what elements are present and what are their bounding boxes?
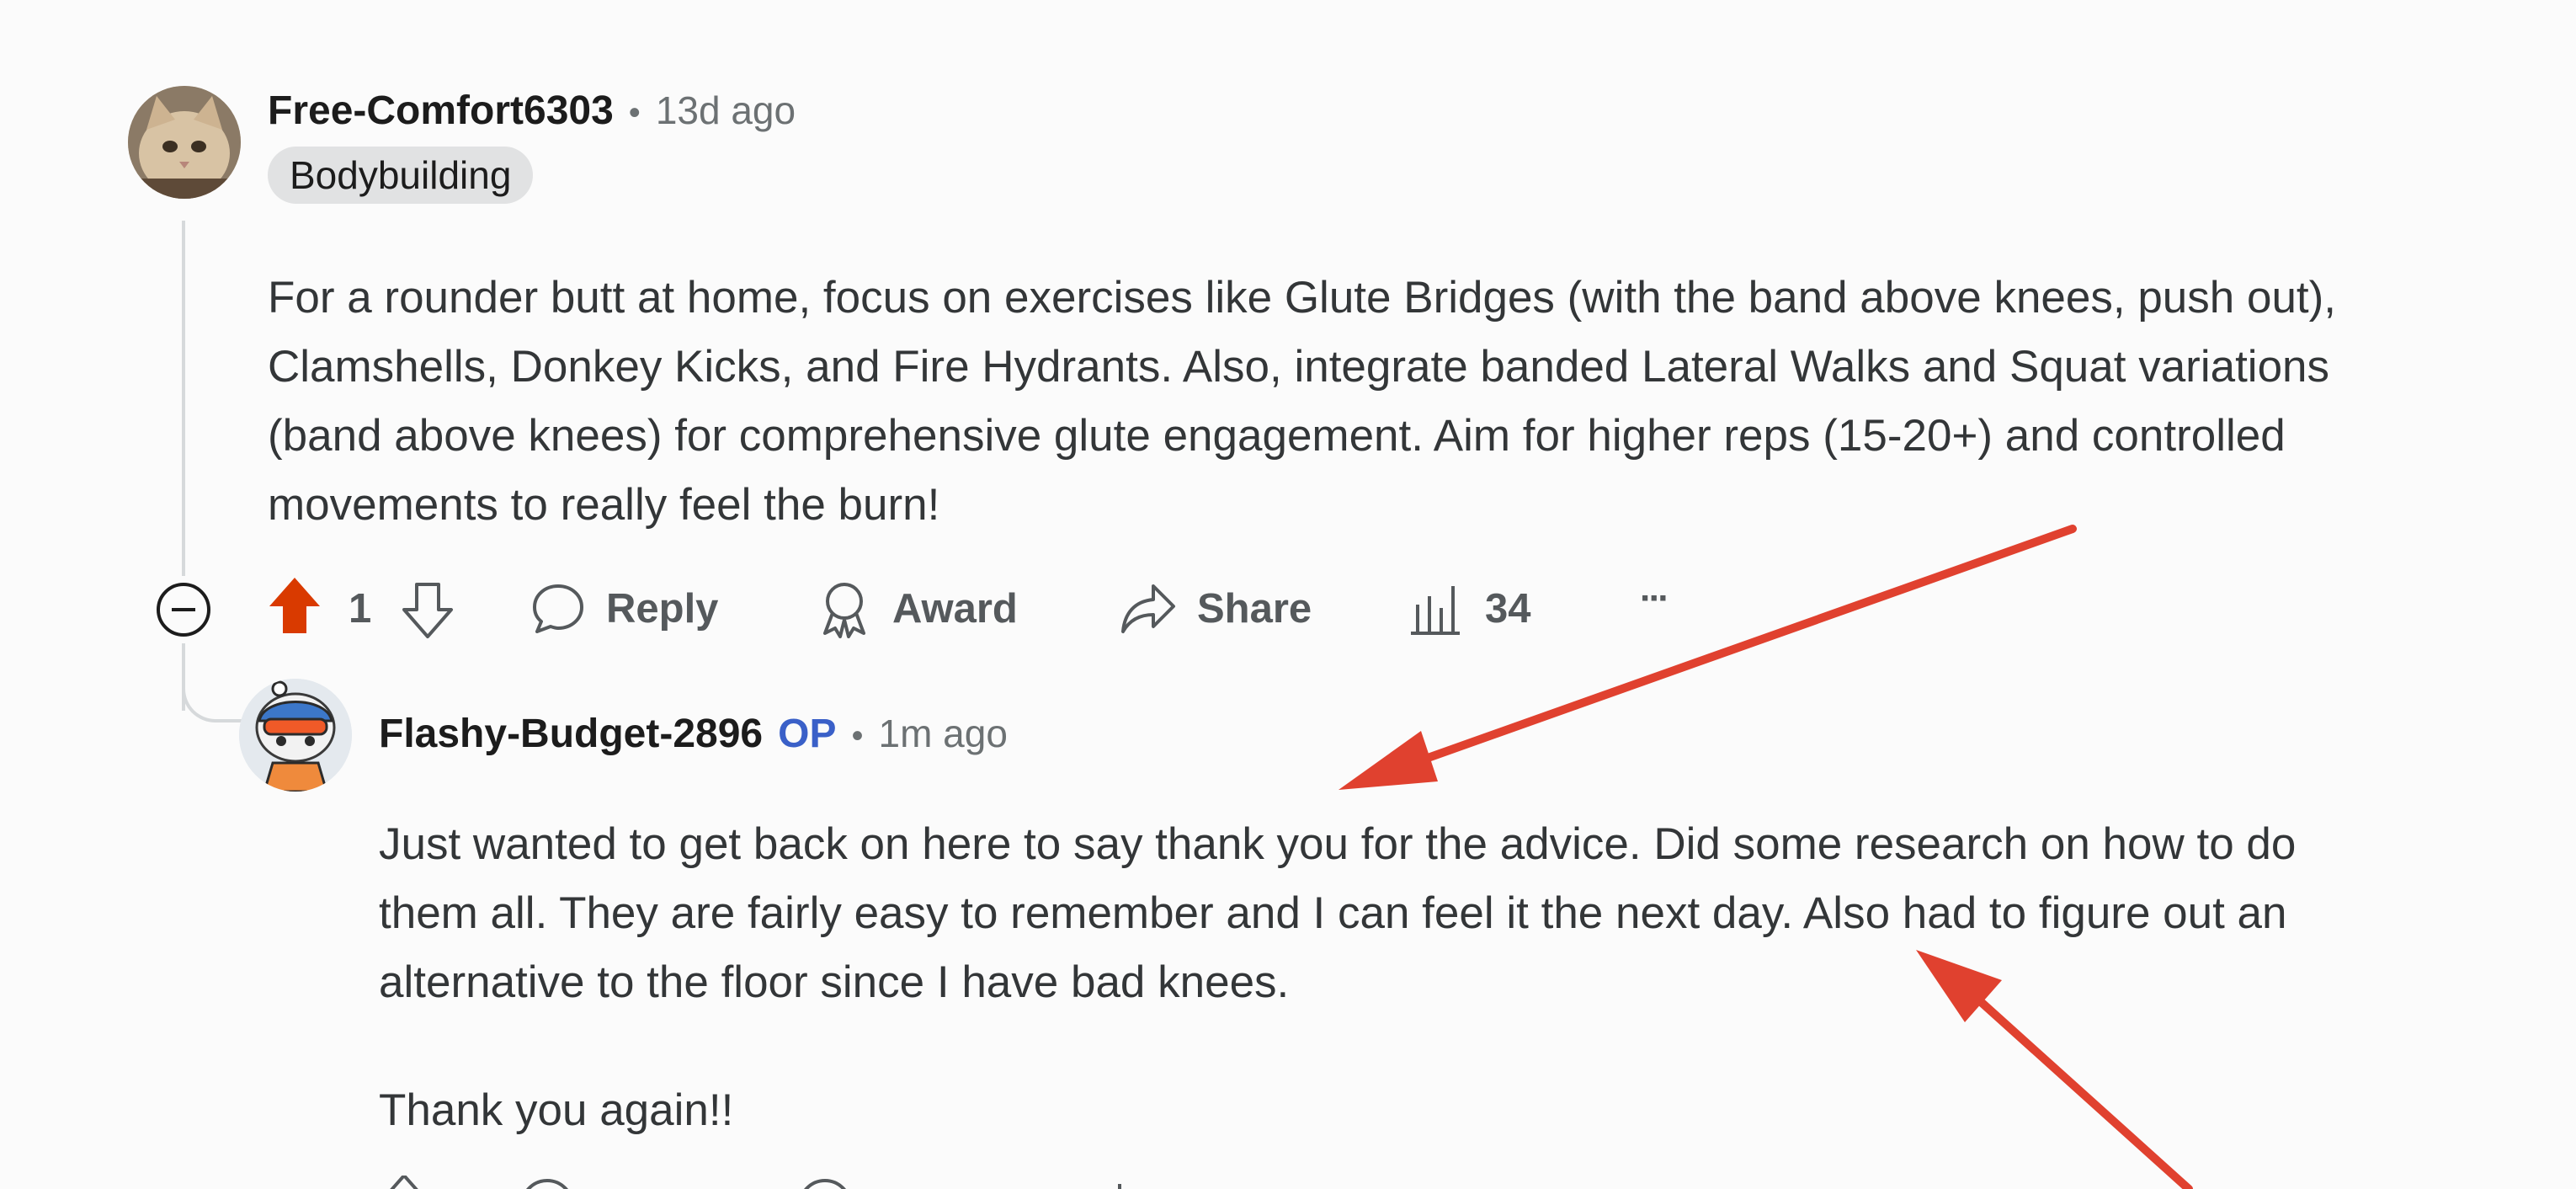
vote-count: 1 xyxy=(349,586,372,632)
snoo-avatar-image xyxy=(239,679,352,792)
reply-label: Reply xyxy=(606,586,719,632)
reply-body-line: them all. They are fairly easy to rememb… xyxy=(379,888,2287,938)
views-stat: 34 xyxy=(1409,583,1531,635)
reply-body-line: Just wanted to get back on here to say t… xyxy=(379,819,2297,869)
comment-body-line: (band above knees) for comprehensive glu… xyxy=(268,411,2286,461)
views-icon xyxy=(1411,586,1460,635)
award-icon xyxy=(823,583,865,638)
reply-body: Just wanted to get back on here to say t… xyxy=(379,810,2296,1017)
more-icon: ··· xyxy=(1640,578,1670,619)
separator-dot: • xyxy=(628,94,641,131)
thread-line-vertical xyxy=(182,221,185,576)
collapse-icon xyxy=(157,583,210,637)
comment-body: For a rounder butt at home, focus on exe… xyxy=(268,264,2336,540)
share-icon xyxy=(1121,584,1175,633)
collapse-button[interactable] xyxy=(155,581,212,638)
reply-header: Flashy-Budget-2896 OP • 1m ago xyxy=(379,711,1008,757)
reply-body-line: alternative to the floor since I have ba… xyxy=(379,957,1290,1007)
comment-timestamp[interactable]: 13d ago xyxy=(656,88,796,133)
views-count: 34 xyxy=(1485,586,1531,632)
downvote-button[interactable] xyxy=(401,581,455,640)
thread-line-curve xyxy=(182,674,244,722)
op-badge: OP xyxy=(778,712,837,756)
comment-username[interactable]: Free-Comfort6303 xyxy=(268,88,614,134)
reply-closing: Thank you again!! xyxy=(379,1085,734,1135)
user-flair: Bodybuilding xyxy=(268,147,534,204)
downvote-icon xyxy=(402,583,453,638)
separator-dot: • xyxy=(851,717,864,754)
comment-body-line: movements to really feel the burn! xyxy=(268,480,940,530)
reply-action-bar[interactable] xyxy=(379,1176,1305,1189)
upvote-button[interactable] xyxy=(268,576,322,635)
share-button[interactable]: Share xyxy=(1120,581,1312,637)
upvote-icon xyxy=(269,578,320,633)
reply-timestamp[interactable]: 1m ago xyxy=(879,711,1008,756)
award-button[interactable]: Award xyxy=(817,579,1018,638)
reply-button[interactable]: Reply xyxy=(530,581,718,637)
more-options-button[interactable]: ··· xyxy=(1640,578,1670,620)
reply-avatar[interactable] xyxy=(239,679,352,792)
award-label: Award xyxy=(892,586,1018,632)
reply-icon xyxy=(533,584,583,633)
reply-username[interactable]: Flashy-Budget-2896 xyxy=(379,711,763,757)
commenter-avatar[interactable] xyxy=(128,86,241,199)
share-label: Share xyxy=(1197,586,1312,632)
comment-header: Free-Comfort6303 • 13d ago xyxy=(268,88,796,134)
cat-avatar-image xyxy=(128,86,241,199)
comment-body-line: Clamshells, Donkey Kicks, and Fire Hydra… xyxy=(268,342,2330,392)
comment-body-line: For a rounder butt at home, focus on exe… xyxy=(268,273,2337,323)
reply-action-icons-cut xyxy=(390,1176,1121,1189)
annotation-arrow-upper xyxy=(1339,525,2077,790)
